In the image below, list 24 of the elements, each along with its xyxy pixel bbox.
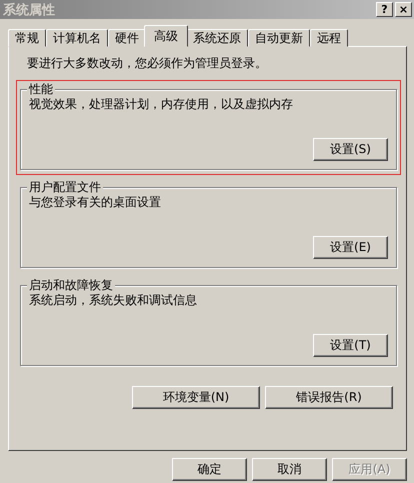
help-button[interactable]: ? — [376, 2, 393, 17]
window-title: 系统属性 — [3, 2, 55, 18]
settings-button[interactable]: 设置(T) — [313, 334, 388, 357]
tab[interactable]: 硬件 — [108, 29, 146, 47]
group-description: 系统启动，系统失败和调试信息 — [29, 292, 198, 309]
tab[interactable]: 系统还原 — [186, 29, 248, 47]
group-title: 启动和故障恢复 — [27, 277, 115, 294]
dialog-button[interactable]: 错误报告(R) — [265, 386, 393, 409]
notice-text: 要进行大多数改动，您必须作为管理员登录。 — [27, 55, 268, 72]
footer-button[interactable]: 取消 — [252, 458, 327, 481]
group-description: 与您登录有关的桌面设置 — [29, 194, 162, 211]
group-title: 用户配置文件 — [27, 179, 103, 196]
tab[interactable]: 远程 — [310, 29, 348, 47]
group-title: 性能 — [27, 81, 55, 98]
tab[interactable]: 高级 — [144, 25, 188, 47]
settings-button[interactable]: 设置(S) — [313, 138, 388, 161]
group-description: 视觉效果，处理器计划，内存使用，以及虚拟内存 — [29, 96, 294, 113]
settings-button[interactable]: 设置(E) — [313, 236, 388, 259]
tab[interactable]: 自动更新 — [248, 29, 310, 47]
dialog-button[interactable]: 环境变量(N) — [132, 386, 260, 409]
footer-button[interactable]: 确定 — [172, 458, 247, 481]
close-button[interactable]: × — [395, 2, 412, 17]
tab[interactable]: 常规 — [8, 29, 46, 47]
tab[interactable]: 计算机名 — [46, 29, 108, 47]
